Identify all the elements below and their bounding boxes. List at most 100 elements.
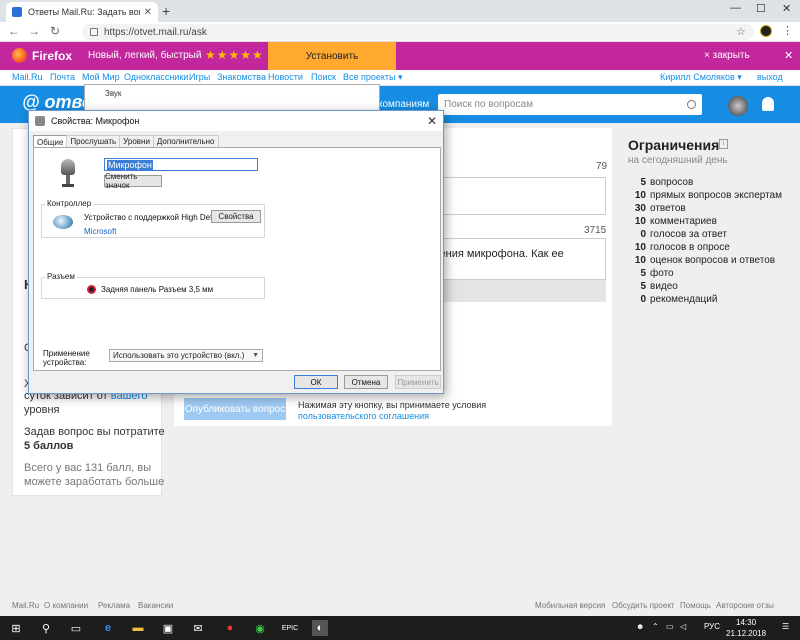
search-icon[interactable] — [687, 100, 696, 109]
footer-link[interactable]: Обсудить проект — [612, 601, 675, 610]
sound-settings-icon[interactable]: ◐ — [312, 620, 328, 636]
device-name-field[interactable]: Микрофон — [104, 158, 258, 171]
portal-link[interactable]: Игры — [189, 72, 210, 82]
sound-dialog-title: Звук — [105, 89, 122, 98]
agreement-link[interactable]: пользовательского соглашения — [298, 411, 486, 422]
footer-link[interactable]: Вакансии — [138, 601, 173, 610]
edge-icon[interactable]: e — [100, 620, 116, 636]
portal-link[interactable]: Mail.Ru — [12, 72, 43, 82]
app-icon[interactable]: ● — [222, 620, 238, 636]
bookmark-star-icon[interactable]: ☆ — [736, 25, 746, 38]
device-usage-select[interactable]: Использовать это устройство (вкл.) ▼ — [109, 349, 263, 362]
tray-chevron-icon[interactable]: ⌃ — [652, 622, 659, 631]
portal-link[interactable]: Одноклассники — [124, 72, 188, 82]
footer-link[interactable]: Помощь — [680, 601, 711, 610]
footer-link[interactable]: Авторские отзы — [716, 601, 774, 610]
title-char-counter: 79 — [596, 161, 608, 172]
publish-button[interactable]: Опубликовать вопрос — [184, 398, 286, 420]
limit-label: голосов в опросе — [650, 242, 730, 253]
site-favicon-icon — [12, 7, 22, 17]
properties-button[interactable]: Свойства — [211, 210, 261, 223]
ok-button[interactable]: ОК — [294, 375, 338, 389]
limit-label: прямых вопросов экспертам — [650, 190, 782, 201]
balance-line-1: Всего у вас 131 балл, вы — [24, 462, 152, 474]
notifications-icon[interactable]: ☰ — [782, 622, 789, 631]
network-icon[interactable]: ▭ — [666, 622, 674, 631]
new-tab-button[interactable]: + — [162, 3, 170, 19]
limit-row: 0 рекомендаций — [628, 294, 798, 305]
store-icon[interactable]: ▣ — [160, 620, 176, 636]
start-windows-icon[interactable]: ⊞ — [8, 620, 24, 636]
microphone-properties-dialog: Свойства: Микрофон ✕ Общие Прослушать Ур… — [28, 110, 444, 394]
dialog-title: Свойства: Микрофон — [51, 116, 140, 126]
portal-link[interactable]: Поиск — [311, 72, 336, 82]
question-text-input[interactable]: иления микрофона. Как ее — [416, 238, 606, 280]
maximize-icon[interactable]: ☐ — [756, 2, 766, 15]
dialog-close-icon[interactable]: ✕ — [427, 114, 437, 128]
jack-label: Разъем — [45, 272, 77, 281]
portal-link[interactable]: Новости — [268, 72, 303, 82]
controller-icon — [53, 215, 73, 229]
jack-icon — [87, 285, 96, 294]
footer-link[interactable]: Mail.Ru — [12, 601, 39, 610]
portal-link[interactable]: Почта — [50, 72, 75, 82]
limit-count: 5 — [640, 177, 646, 188]
promo-close-icon[interactable]: ✕ — [784, 49, 793, 62]
system-clock[interactable]: 14:30 21.12.2018 — [726, 617, 766, 639]
forward-icon[interactable]: → — [28, 24, 40, 38]
browser-menu-icon[interactable]: ⋮ — [782, 24, 793, 37]
mail-icon[interactable]: ✉ — [190, 620, 206, 636]
usage-value: Использовать это устройство (вкл.) — [113, 351, 245, 360]
promo-close-link[interactable]: × закрыть — [704, 50, 750, 61]
footer-link[interactable]: О компании — [44, 601, 88, 610]
change-icon-button[interactable]: Сменить значок — [104, 172, 162, 190]
notifications-bell-icon[interactable] — [762, 97, 774, 111]
extension-icon[interactable] — [760, 25, 772, 37]
portal-link[interactable]: Мой Мир — [82, 72, 120, 82]
tab-close-icon[interactable]: ✕ — [144, 7, 152, 18]
cancel-button[interactable]: Отмена — [344, 375, 388, 389]
window-close-icon[interactable]: ✕ — [782, 2, 791, 15]
limit-row: 10 голосов в опросе — [628, 242, 798, 253]
user-menu[interactable]: Кирилл Смоляков ▾ — [660, 72, 742, 83]
limit-count: 10 — [634, 255, 646, 266]
info-icon[interactable]: i — [719, 139, 728, 149]
promo-brand: Firefox — [32, 49, 73, 63]
browser-tab[interactable]: Ответы Mail.Ru: Задать вопрос ✕ — [6, 2, 158, 22]
limit-row: 30 ответов — [628, 203, 798, 214]
logout-link[interactable]: выход — [757, 72, 783, 82]
epic-games-icon[interactable]: EPIC — [282, 620, 298, 636]
balance-line-2: можете заработать больше — [24, 476, 165, 488]
back-icon[interactable]: ← — [8, 24, 20, 38]
limit-row: 10 прямых вопросов экспертам — [628, 190, 798, 201]
footer-link[interactable]: Мобильная версия — [535, 601, 605, 610]
task-view-icon[interactable]: ▭ — [68, 620, 84, 636]
question-title-input[interactable] — [416, 177, 606, 215]
footer-link[interactable]: Реклама — [98, 601, 130, 610]
apply-button[interactable]: Применить — [395, 375, 441, 389]
portal-link[interactable]: Знакомства — [217, 72, 266, 82]
limit-label: видео — [650, 281, 678, 292]
limit-count: 5 — [640, 281, 646, 292]
tab-title: Ответы Mail.Ru: Задать вопрос — [28, 7, 140, 17]
limit-count: 10 — [634, 190, 646, 201]
explorer-icon[interactable]: ▬ — [130, 620, 146, 636]
avatar[interactable] — [728, 96, 748, 116]
search-icon[interactable]: ⚲ — [38, 620, 54, 636]
install-button[interactable]: Установить — [268, 42, 396, 70]
minimize-icon[interactable]: — — [730, 2, 741, 14]
user-tray-icon[interactable]: ☻ — [636, 622, 644, 631]
limit-count: 0 — [640, 229, 646, 240]
address-bar[interactable]: https://otvet.mail.ru/ask — [82, 24, 754, 40]
volume-icon[interactable]: ◁ — [680, 622, 686, 631]
level-link-2[interactable]: уровня — [24, 403, 60, 418]
search-input[interactable]: Поиск по вопросам — [438, 94, 702, 115]
language-indicator[interactable]: РУС — [704, 622, 720, 631]
reload-icon[interactable]: ↻ — [50, 24, 60, 38]
cost-value: 5 баллов — [24, 440, 74, 452]
controller-label: Контроллер — [45, 199, 94, 208]
portal-link[interactable]: Все проекты ▾ — [343, 72, 403, 83]
chrome-icon[interactable]: ◉ — [252, 620, 268, 636]
controller-manufacturer-link[interactable]: Microsoft — [84, 227, 116, 236]
header-link[interactable]: компаниям — [378, 99, 429, 110]
